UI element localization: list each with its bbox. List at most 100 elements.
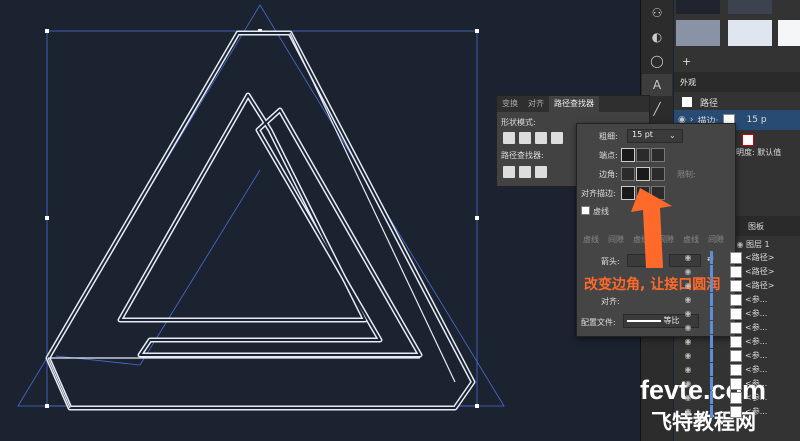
layer-thumbnail: [730, 265, 742, 278]
visibility-eye-icon[interactable]: ◉: [682, 379, 694, 388]
layer-item-row[interactable]: ◉ <参...: [674, 335, 800, 348]
align-label: 对齐:: [601, 297, 620, 306]
impossible-triangle-artwork[interactable]: [0, 0, 640, 441]
blend-icon[interactable]: ◐: [642, 26, 672, 48]
layer-thumbnail: [730, 307, 742, 320]
layer-color-bar: [710, 335, 713, 348]
dash-gap-label: 虚线: [583, 235, 599, 244]
visibility-eye-icon[interactable]: ◉: [682, 351, 694, 360]
limit-label: 限制:: [677, 170, 696, 179]
layer-item-row[interactable]: ◉ <路径>: [674, 279, 800, 292]
layer-thumbnail: [730, 363, 742, 376]
layer-item-row[interactable]: ◉ <路径>: [674, 265, 800, 278]
swatch-4[interactable]: [728, 20, 772, 46]
tab-pathfinder[interactable]: 路径查找器: [549, 96, 599, 112]
layer-color-bar: [710, 265, 713, 278]
visibility-eye-icon[interactable]: ◉: [682, 267, 694, 276]
miter-join-icon[interactable]: [621, 167, 635, 181]
type-icon[interactable]: A: [642, 74, 672, 96]
stroke-weight-field[interactable]: 15 p: [747, 115, 767, 125]
layer-color-bar: [710, 405, 713, 418]
visibility-eye-icon[interactable]: ◉: [682, 323, 694, 332]
layer-item-row[interactable]: ◉ <路径>: [674, 251, 800, 264]
visibility-eye-icon[interactable]: ◉: [682, 393, 694, 402]
layer-thumbnail: [730, 405, 742, 418]
dash-gap-label: 间隙: [658, 235, 674, 244]
visibility-eye-icon[interactable]: ◉: [682, 253, 694, 262]
visibility-eye-icon[interactable]: ◉: [682, 365, 694, 374]
artboard-canvas[interactable]: [0, 0, 640, 441]
layer-item-row[interactable]: ◉ <参...: [674, 307, 800, 320]
intersect-icon[interactable]: [535, 132, 547, 144]
layer-color-bar: [710, 307, 713, 320]
swatch-5[interactable]: [778, 20, 800, 46]
pathfinder-buttons: [503, 166, 551, 181]
layer-item-row[interactable]: ◉ <参...: [674, 405, 800, 418]
pathfinder-tabs: 变换 对齐 路径查找器: [497, 96, 649, 112]
tab-transform[interactable]: 变换: [497, 96, 523, 112]
layer-name: 图层 1: [746, 240, 770, 249]
dash-gap-label: 间隙: [608, 235, 624, 244]
round-cap-icon[interactable]: [636, 148, 650, 162]
add-swatch-icon[interactable]: +: [682, 55, 691, 68]
corner-label: 边角:: [599, 170, 618, 179]
align-center-icon[interactable]: [621, 186, 635, 200]
layer-item-row[interactable]: ◉ <参...: [674, 377, 800, 390]
round-join-icon[interactable]: [636, 167, 650, 181]
layer-color-bar: [710, 321, 713, 334]
divide-icon[interactable]: [503, 166, 515, 178]
tab-align[interactable]: 对齐: [523, 96, 549, 112]
layer-item-label: <路径>: [745, 281, 775, 290]
rotate-icon[interactable]: ◯: [642, 50, 672, 72]
tab-artboards[interactable]: 图板: [748, 221, 764, 232]
dashed-checkbox[interactable]: [581, 206, 590, 215]
selection-handles: [45, 29, 479, 408]
merge-icon[interactable]: [535, 166, 547, 178]
weight-dropdown-chevron-icon[interactable]: ⌄: [669, 131, 676, 140]
visibility-eye-icon[interactable]: ◉: [682, 337, 694, 346]
layer-item-label: <参...: [745, 379, 768, 388]
align-inside-icon[interactable]: [636, 186, 650, 200]
dashed-label: 虚线: [593, 207, 609, 216]
visibility-eye-icon[interactable]: ◉: [682, 407, 694, 416]
shape-modes-label: 形状模式:: [501, 118, 536, 127]
layer-item-row[interactable]: ◉ <参...: [674, 363, 800, 376]
layer-item-row[interactable]: ◉ <参...: [674, 391, 800, 404]
butt-cap-icon[interactable]: [621, 148, 635, 162]
visibility-eye-icon[interactable]: ◉: [682, 281, 694, 290]
guide-outer-triangle: [17, 4, 505, 407]
layer-item-row[interactable]: ◉ <参...: [674, 349, 800, 362]
shape-mode-buttons: [503, 132, 567, 147]
swatch-3[interactable]: [676, 20, 720, 46]
minus-front-icon[interactable]: [519, 132, 531, 144]
dash-gap-label: 虚线: [683, 235, 699, 244]
layer-item-label: <参...: [745, 295, 768, 304]
layer-thumbnail: [730, 251, 742, 264]
guide-line: [55, 355, 141, 366]
layer-thumbnail: [730, 335, 742, 348]
profile-label: 配置文件:: [581, 318, 616, 327]
layer-item-label: <参...: [745, 323, 768, 332]
bevel-join-icon[interactable]: [651, 167, 665, 181]
layer-item-label: <路径>: [745, 253, 775, 262]
weight-label: 粗细:: [599, 132, 618, 141]
start-arrow-dropdown[interactable]: [627, 254, 659, 267]
layer-thumbnail: [730, 293, 742, 306]
selection-bounding-box: [46, 30, 478, 407]
projecting-cap-icon[interactable]: [651, 148, 665, 162]
layer-item-label: <参...: [745, 393, 768, 402]
layer-thumbnail: [730, 349, 742, 362]
swatch-1[interactable]: [676, 0, 720, 14]
swatch-2[interactable]: [728, 0, 772, 14]
unite-icon[interactable]: [503, 132, 515, 144]
tab-appearance[interactable]: 外观: [674, 77, 696, 88]
layer-item-row[interactable]: ◉ <参...: [674, 293, 800, 306]
visibility-eye-icon[interactable]: ◉: [682, 309, 694, 318]
layer-color-bar: [710, 377, 713, 390]
layer-item-row[interactable]: ◉ <参...: [674, 321, 800, 334]
visibility-eye-icon[interactable]: ◉: [682, 295, 694, 304]
trim-icon[interactable]: [519, 166, 531, 178]
exclude-icon[interactable]: [551, 132, 563, 144]
align-outside-icon[interactable]: [651, 186, 665, 200]
shape-builder-icon[interactable]: ⚇: [642, 2, 672, 24]
